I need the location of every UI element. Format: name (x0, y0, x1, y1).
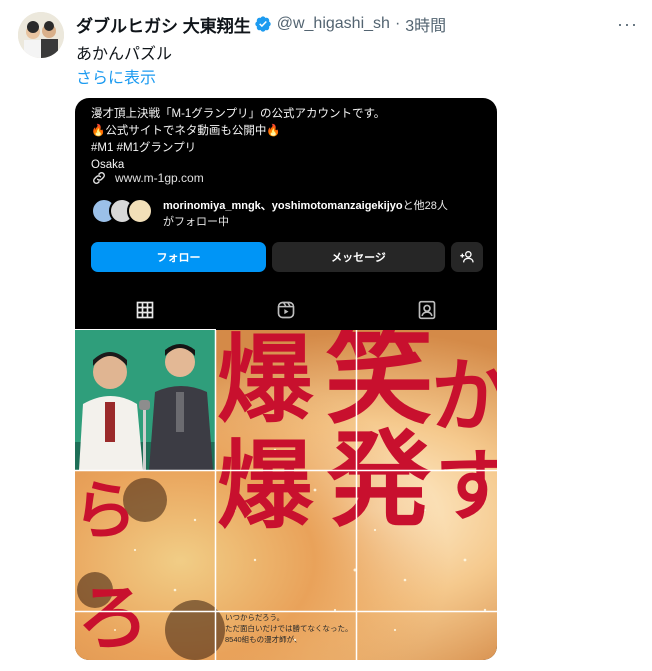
bio-line: 🔥公式サイトでネタ動画も公開中🔥 (91, 125, 281, 137)
poster-caption-line: いつからだろう。 (225, 613, 285, 622)
link-icon (93, 172, 105, 184)
followed-by-text: morinomiya_mngk、yoshimotomanzaigekijyoと他… (163, 198, 448, 230)
show-more-link[interactable]: さらに表示 (76, 64, 156, 88)
tweet-header: ダブルヒガシ 大東翔生 @w_higashi_sh · 3時間 (76, 12, 446, 37)
poster-char: ら (75, 474, 137, 549)
profile-buttons: フォロー メッセージ (91, 242, 483, 272)
poster-char: ろ (77, 575, 150, 660)
verified-badge-icon (255, 16, 271, 32)
comedians-photo (75, 330, 215, 470)
author-handle[interactable]: @w_higashi_sh (277, 15, 390, 33)
profile-link: www.m-1gp.com (91, 170, 204, 186)
followers-line2: がフォロー中 (163, 216, 229, 228)
follower-avatar (127, 198, 153, 224)
tagged-icon (356, 290, 497, 330)
timestamp[interactable]: 3時間 (405, 12, 446, 36)
poster-caption: いつからだろう。 ただ面白いだけでは勝てなくなった。 8540組もの漫才師が、 (225, 612, 353, 645)
separator-dot: · (394, 15, 401, 32)
profile-tabs (75, 290, 497, 330)
tweet-text: あかんパズル (76, 46, 173, 63)
followers-names: morinomiya_mngk、yoshimotomanzaigekijyo (163, 200, 403, 212)
grid-icon (75, 290, 216, 330)
profile-link-text: www.m-1gp.com (115, 171, 204, 185)
poster-char: す (435, 441, 497, 532)
bio-line: #M1 #M1グランプリ (91, 142, 197, 154)
poster-char: 爆 (217, 429, 313, 542)
profile-bio: 漫才頂上決戦「M-1グランプリ」の公式アカウントです。 🔥公式サイトでネタ動画も… (91, 106, 385, 174)
follow-button: フォロー (91, 242, 266, 272)
followers-suffix: と他28人 (402, 200, 448, 212)
poster-char: 発 (327, 418, 432, 541)
poster-caption-line: ただ面白いだけでは勝てなくなった。 (225, 624, 353, 633)
tweet[interactable]: ダブルヒガシ 大東翔生 @w_higashi_sh · 3時間 ··· あかんパ… (0, 0, 652, 671)
message-button: メッセージ (272, 242, 445, 272)
post-grid: 爆 笑 爆 発 か す ら ろ いつからだろう。 ただ面白いだけでは勝てなくなっ… (75, 330, 497, 660)
poster-char: か (431, 349, 497, 443)
poster-caption-line: 8540組もの漫才師が、 (225, 635, 302, 644)
tweet-media-image[interactable]: 漫才頂上決戦「M-1グランプリ」の公式アカウントです。 🔥公式サイトでネタ動画も… (75, 98, 497, 660)
poster-char: 爆 (217, 330, 313, 436)
bio-line: 漫才頂上決戦「M-1グランプリ」の公式アカウントです。 (91, 108, 386, 120)
author-name[interactable]: ダブルヒガシ 大東翔生 (76, 12, 251, 37)
add-person-icon (451, 242, 483, 272)
poster-char: 笑 (325, 330, 434, 439)
followed-by: morinomiya_mngk、yoshimotomanzaigekijyoと他… (91, 198, 448, 230)
avatar[interactable] (18, 12, 64, 58)
more-icon[interactable]: ··· (617, 14, 638, 35)
reels-icon (216, 290, 357, 330)
